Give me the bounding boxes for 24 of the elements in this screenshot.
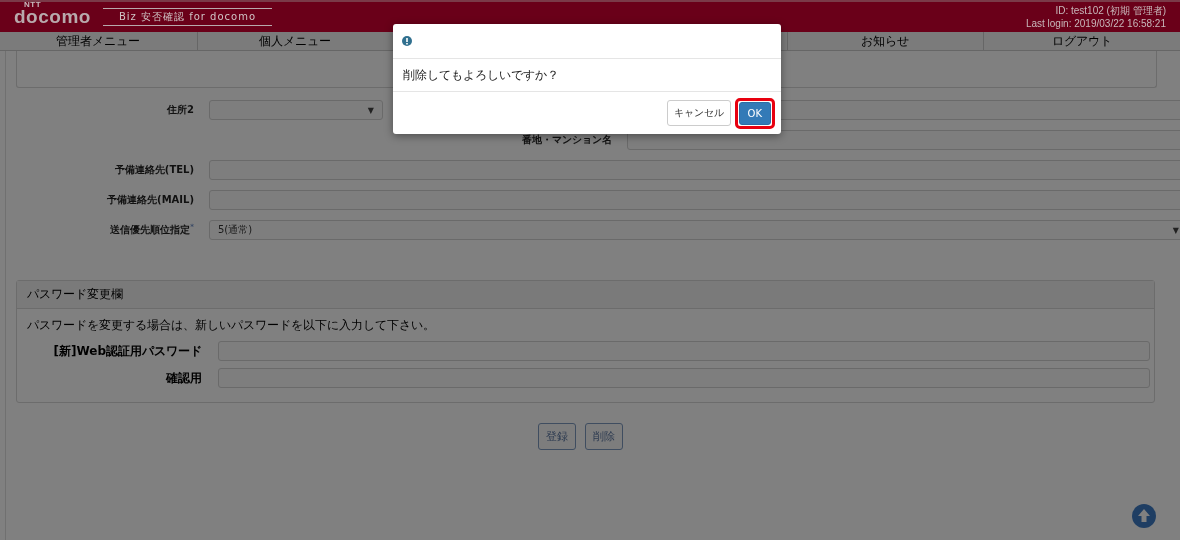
select-field[interactable]: 5(通常) ▼ [209,220,1180,240]
field-label: 予備連絡先(MAIL) [106,193,194,207]
user-id: ID: test102 (初期 管理者) [1054,4,1166,17]
field-label: 確認用 [164,369,202,387]
select-field[interactable]: ▼ [209,100,383,120]
last-login: Last login: 2019/03/22 16:58:21 [1025,17,1166,30]
ok-button[interactable]: OK [738,101,771,125]
panel-title: パスワード変更欄 [27,287,123,301]
menu-tab[interactable]: 管理者メニュー [0,32,197,50]
dialog-message: 削除してもよろしいですか？ [403,66,559,84]
menu-tab[interactable]: お知らせ [786,32,984,50]
action-button[interactable]: 削除 [585,423,623,450]
menu-tab[interactable]: ログアウト [983,32,1180,50]
field-label: 住所2 [166,103,194,117]
action-button[interactable]: 登録 [538,423,576,450]
input-field[interactable] [627,130,1180,150]
info-icon [402,36,412,46]
scroll-top-icon[interactable] [1132,504,1156,528]
note-text: パスワードを変更する場合は、新しいパスワードを以下に入力して下さい。 [27,317,436,334]
field-label: [新]Web認証用パスワード [52,342,202,360]
service-name: Biz 安否確認 for docomo [102,8,272,26]
cancel-button[interactable]: キャンセル [666,100,731,126]
field-label: 番地・マンション名 [521,133,612,147]
field-label: 予備連絡先(TEL) [113,163,194,177]
